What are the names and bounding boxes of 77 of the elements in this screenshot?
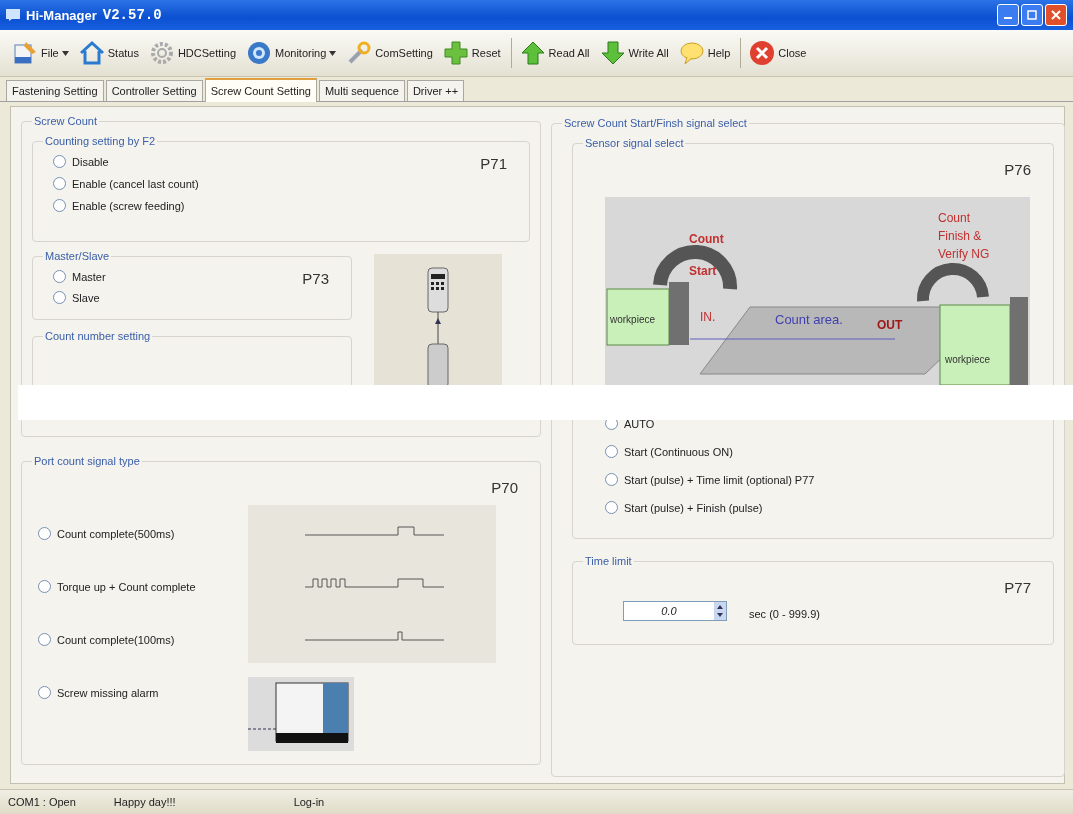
toolbar-icon (148, 40, 175, 66)
parameter-code: P77 (1004, 579, 1031, 596)
diagram-label: workpiece (610, 314, 656, 325)
toolbar-icon (749, 40, 776, 66)
radio-option[interactable]: Start (pulse) + Finish (pulse) (605, 501, 763, 514)
parameter-code: P73 (302, 270, 329, 287)
tab[interactable]: Screw Count Setting (204, 78, 317, 102)
toolbar-button[interactable]: Monitoring (244, 38, 339, 68)
status-text: Log-in (293, 796, 325, 808)
radio-option[interactable]: Enable (cancel last count) (53, 177, 199, 190)
diagram-label: Finish & (938, 229, 982, 243)
toolbar-icon (442, 40, 469, 66)
tab[interactable]: Fastening Setting (6, 80, 104, 101)
toolbar-button[interactable]: Status (76, 38, 141, 68)
radio-option[interactable]: Count complete(500ms) (38, 527, 175, 540)
toolbar-button[interactable]: HDCSetting (146, 38, 238, 68)
version-label: V2.57.0 (102, 7, 162, 23)
caret-icon (329, 50, 337, 56)
parameter-code: P76 (1004, 161, 1031, 178)
radio-option[interactable]: Disable (53, 155, 109, 168)
radio-option[interactable]: Screw missing alarm (38, 686, 159, 699)
toolbar-button[interactable]: Close (740, 38, 809, 68)
toolbar-button[interactable]: Write All (597, 38, 671, 68)
radio-option[interactable]: Slave (53, 291, 100, 304)
diagram-label: Count (938, 211, 971, 225)
toolbar-icon (678, 40, 705, 66)
toolbar-button[interactable]: File (10, 38, 71, 68)
window-title: Hi-Manager (26, 7, 97, 23)
group-title: Counting setting by F2 (44, 135, 157, 147)
radio-option[interactable]: Torque up + Count complete (38, 580, 196, 593)
diagram-label: workpiece (945, 354, 991, 365)
maximize-icon (1027, 10, 1037, 20)
toolbar-icon (78, 40, 105, 66)
group-title: Count number setting (44, 330, 152, 342)
group-title: Port count signal type (33, 455, 141, 467)
parameter-code: P71 (480, 155, 507, 172)
status-text: COM1 : Open (8, 796, 76, 808)
tab[interactable]: Controller Setting (105, 80, 203, 101)
toolbar-button[interactable]: Reset (440, 38, 503, 68)
minimize-button[interactable] (997, 4, 1019, 26)
number-field[interactable]: 0.0 (623, 601, 727, 621)
minimize-icon (1004, 17, 1012, 19)
group-title: Master/Slave (44, 250, 111, 262)
toolbar-button[interactable]: Read All (510, 38, 592, 68)
diagram-label: Start (689, 264, 717, 278)
diagram-label: Count (689, 232, 724, 246)
group-title: Sensor signal select (584, 137, 685, 149)
tab[interactable]: Multi sequence (318, 80, 405, 101)
close-button[interactable] (1045, 4, 1067, 26)
app-icon (6, 9, 20, 21)
group-title: Screw Count Start/Finsh signal select (563, 117, 748, 129)
group-title: Screw Count (33, 115, 98, 127)
toolbar-button[interactable]: Help (676, 38, 733, 68)
maximize-button[interactable] (1021, 4, 1043, 26)
group-title: Time limit (584, 555, 633, 567)
radio-option[interactable]: Master (53, 270, 106, 283)
toolbar-icon (346, 40, 373, 66)
parameter-code: P70 (491, 479, 518, 496)
tab[interactable]: Driver ++ (406, 80, 465, 101)
caret-icon (61, 50, 69, 56)
close-icon (1051, 10, 1061, 20)
diagram-label: Count area. (775, 312, 843, 327)
range-label: sec (0 - 999.9) (749, 608, 820, 620)
toolbar-icon (12, 40, 38, 66)
toolbar-icon (519, 40, 546, 66)
radio-option[interactable]: Count complete(100ms) (38, 633, 175, 646)
toolbar-button[interactable]: ComSetting (344, 38, 435, 68)
diagram-label: Verify NG (938, 247, 990, 261)
spinner-arrows-icon[interactable] (714, 602, 726, 620)
diagram-label: IN. (700, 310, 716, 324)
toolbar-icon (599, 40, 626, 66)
diagram-label: OUT (877, 318, 903, 332)
radio-option[interactable]: Start (pulse) + Time limit (optional) P77 (605, 473, 815, 486)
radio-option[interactable]: Enable (screw feeding) (53, 199, 185, 212)
status-text: Happy day!!! (113, 796, 176, 808)
radio-option[interactable]: Start (Continuous ON) (605, 445, 733, 458)
toolbar-icon (246, 40, 272, 66)
